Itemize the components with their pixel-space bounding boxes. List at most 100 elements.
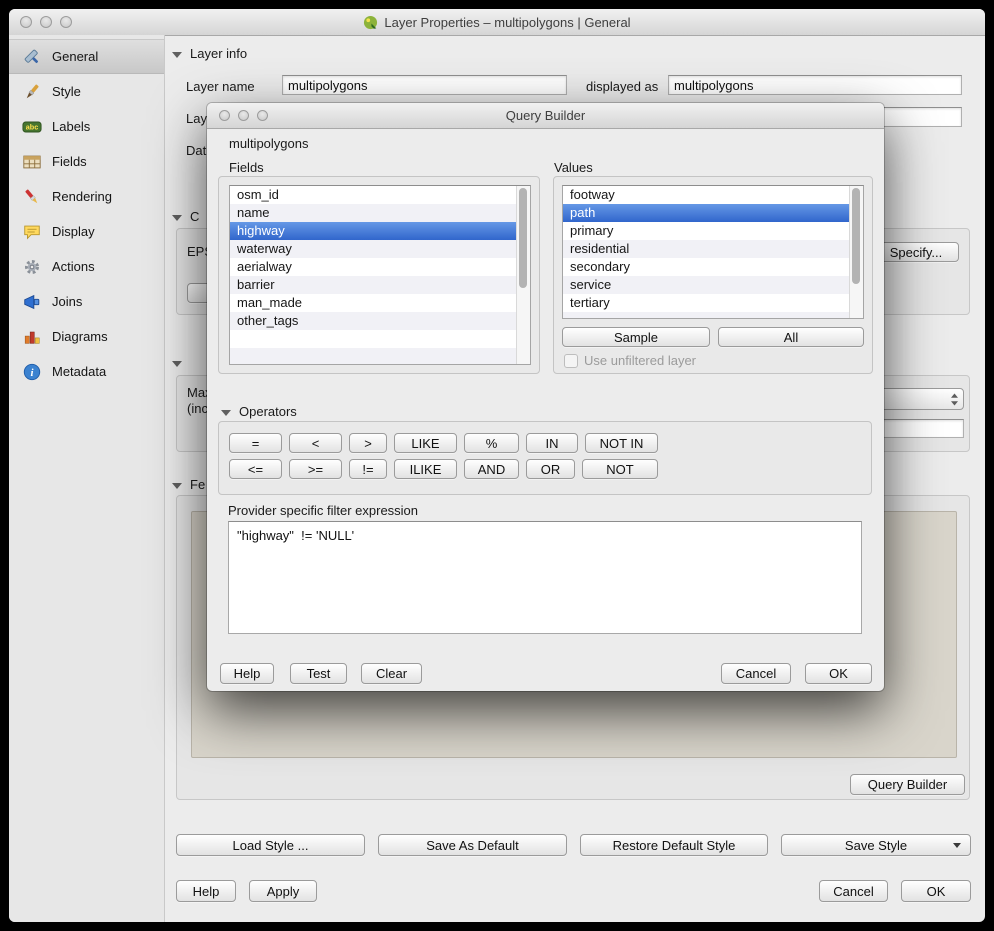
scale-inc-label: (inc xyxy=(187,401,208,416)
value-row[interactable]: residential xyxy=(563,240,863,258)
values-list[interactable]: footway path primary residential seconda… xyxy=(562,185,864,319)
rendering-icon xyxy=(21,186,43,208)
operator-button[interactable]: ILIKE xyxy=(394,459,457,479)
sidebar-item-joins[interactable]: Joins xyxy=(9,284,164,319)
value-row[interactable]: footway xyxy=(563,186,863,204)
field-row[interactable]: aerialway xyxy=(230,258,530,276)
svg-text:abc: abc xyxy=(26,122,39,131)
sidebar-item-style[interactable]: Style xyxy=(9,74,164,109)
all-button[interactable]: All xyxy=(718,327,864,347)
restore-default-style-button[interactable]: Restore Default Style xyxy=(580,834,768,856)
section-label: Operators xyxy=(239,404,297,419)
operator-button[interactable]: >= xyxy=(289,459,342,479)
layer-name-input[interactable]: multipolygons xyxy=(282,75,567,95)
operator-button[interactable]: IN xyxy=(526,433,578,453)
value-row[interactable]: service xyxy=(563,276,863,294)
operators-group: = < > LIKE % IN NOT IN <= >= != ILIKE AN… xyxy=(218,421,872,495)
dialog-title-area: Query Builder xyxy=(207,103,884,128)
help-button[interactable]: Help xyxy=(176,880,236,902)
query-builder-button[interactable]: Query Builder xyxy=(850,774,965,795)
operator-button[interactable]: < xyxy=(289,433,342,453)
fields-icon xyxy=(21,151,43,173)
operator-button[interactable]: NOT IN xyxy=(585,433,658,453)
sidebar-item-label: Metadata xyxy=(52,364,106,379)
dialog-titlebar[interactable]: Query Builder xyxy=(207,103,884,129)
value-row[interactable]: primary xyxy=(563,222,863,240)
fields-list[interactable]: osm_id name highway waterway aerialway b… xyxy=(229,185,531,365)
save-as-default-button[interactable]: Save As Default xyxy=(378,834,567,856)
use-unfiltered-checkbox[interactable]: Use unfiltered layer xyxy=(564,353,696,368)
window-titlebar[interactable]: Layer Properties – multipolygons | Gener… xyxy=(9,9,985,36)
value-row-selected[interactable]: path xyxy=(563,204,863,222)
field-row[interactable]: other_tags xyxy=(230,312,530,330)
value-row[interactable]: tertiary xyxy=(563,294,863,312)
value-row[interactable]: secondary xyxy=(563,258,863,276)
collapse-triangle-icon xyxy=(172,215,182,221)
save-style-dropdown-button[interactable]: Save Style xyxy=(781,834,971,856)
general-icon xyxy=(21,46,43,68)
sidebar-item-rendering[interactable]: Rendering xyxy=(9,179,164,214)
field-row-selected[interactable]: highway xyxy=(230,222,530,240)
sidebar-item-label: Labels xyxy=(52,119,90,134)
sample-button[interactable]: Sample xyxy=(562,327,710,347)
displayed-as-label: displayed as xyxy=(586,79,658,94)
operator-button[interactable]: = xyxy=(229,433,282,453)
layer-name-label: Layer name xyxy=(186,79,255,94)
svg-text:i: i xyxy=(30,367,33,379)
window-title-area: Layer Properties – multipolygons | Gener… xyxy=(9,9,985,35)
fields-scrollbar[interactable] xyxy=(516,186,530,364)
dialog-ok-button[interactable]: OK xyxy=(805,663,872,684)
operator-button[interactable]: % xyxy=(464,433,519,453)
apply-button[interactable]: Apply xyxy=(249,880,317,902)
feature-subset-header[interactable]: Fe xyxy=(172,477,205,492)
operator-button[interactable]: OR xyxy=(526,459,575,479)
sidebar-item-diagrams[interactable]: Diagrams xyxy=(9,319,164,354)
combo-arrows-icon xyxy=(950,393,959,411)
layer-source-label: Lay xyxy=(186,111,207,126)
ok-button[interactable]: OK xyxy=(901,880,971,902)
dialog-help-button[interactable]: Help xyxy=(220,663,274,684)
operator-button[interactable]: LIKE xyxy=(394,433,457,453)
checkbox-icon[interactable] xyxy=(564,354,578,368)
crs-header[interactable]: C xyxy=(172,209,199,224)
field-row[interactable]: barrier xyxy=(230,276,530,294)
displayed-as-input[interactable]: multipolygons xyxy=(668,75,962,95)
operator-button[interactable]: > xyxy=(349,433,387,453)
field-row[interactable]: waterway xyxy=(230,240,530,258)
field-row[interactable]: man_made xyxy=(230,294,530,312)
scrollbar-thumb[interactable] xyxy=(852,188,860,284)
dialog-clear-button[interactable]: Clear xyxy=(361,663,422,684)
scrollbar-thumb[interactable] xyxy=(519,188,527,288)
collapse-triangle-icon xyxy=(172,361,182,367)
sidebar-item-general[interactable]: General xyxy=(9,39,164,74)
labels-icon: abc xyxy=(21,116,43,138)
query-builder-dialog: Query Builder multipolygons Fields osm_i… xyxy=(207,103,884,691)
dialog-title: Query Builder xyxy=(506,108,585,123)
dialog-cancel-button[interactable]: Cancel xyxy=(721,663,791,684)
cancel-button[interactable]: Cancel xyxy=(819,880,888,902)
specify-crs-button[interactable]: Specify... xyxy=(873,242,959,262)
sidebar-item-metadata[interactable]: i Metadata xyxy=(9,354,164,389)
operator-button[interactable]: NOT xyxy=(582,459,658,479)
filter-expression-textarea[interactable]: "highway" != 'NULL' xyxy=(228,521,862,634)
qgis-icon xyxy=(363,15,378,30)
sidebar-item-fields[interactable]: Fields xyxy=(9,144,164,179)
sidebar-item-labels[interactable]: abc Labels xyxy=(9,109,164,144)
scale-visibility-header[interactable] xyxy=(172,359,182,367)
values-scrollbar[interactable] xyxy=(849,186,863,318)
field-row[interactable]: osm_id xyxy=(230,186,530,204)
sidebar-item-display[interactable]: Display xyxy=(9,214,164,249)
layer-info-header[interactable]: Layer info xyxy=(172,46,247,61)
sidebar-item-label: Fields xyxy=(52,154,87,169)
load-style-button[interactable]: Load Style ... xyxy=(176,834,365,856)
operator-button[interactable]: <= xyxy=(229,459,282,479)
field-row[interactable]: name xyxy=(230,204,530,222)
operator-button[interactable]: != xyxy=(349,459,387,479)
dialog-test-button[interactable]: Test xyxy=(290,663,347,684)
filter-expression-label: Provider specific filter expression xyxy=(228,503,418,518)
operator-button[interactable]: AND xyxy=(464,459,519,479)
sidebar-item-actions[interactable]: Actions xyxy=(9,249,164,284)
sidebar-item-label: Joins xyxy=(52,294,82,309)
section-label: Fe xyxy=(190,477,205,492)
operators-header[interactable]: Operators xyxy=(221,404,297,419)
